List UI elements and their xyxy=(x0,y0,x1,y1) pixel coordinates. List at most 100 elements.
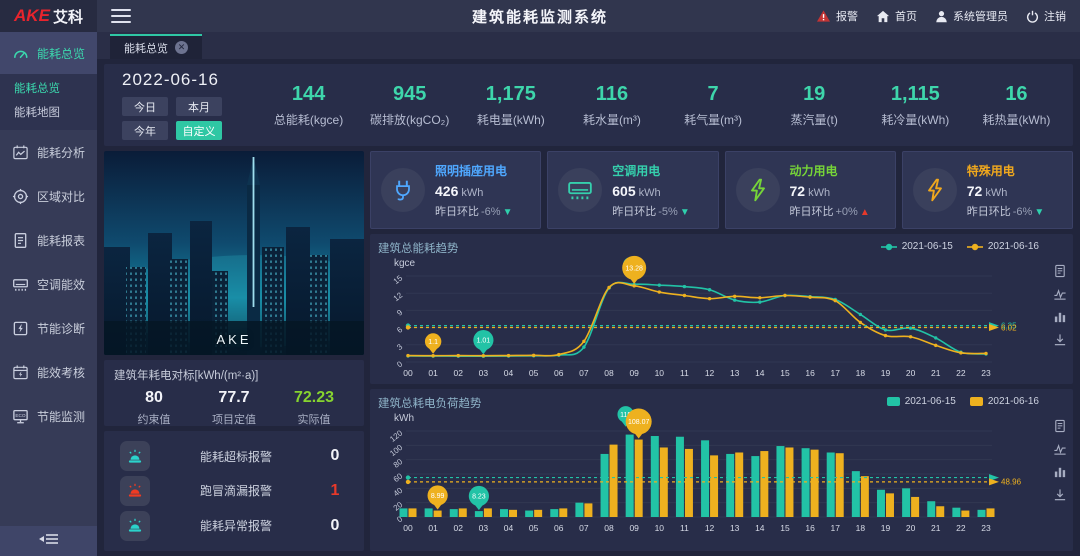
usage-card-3[interactable]: 特殊用电72kWh昨日环比-6%▼ xyxy=(902,151,1073,229)
stat-item-0: 144总能耗(kgce) xyxy=(258,83,359,128)
siren-icon xyxy=(120,476,150,506)
current-date: 2022-06-16 xyxy=(122,70,258,90)
svg-text:13.28: 13.28 xyxy=(625,265,643,272)
svg-text:9: 9 xyxy=(395,308,404,318)
sidebar: 能耗总览能耗总览能耗地图能耗分析区域对比能耗报表空调能效节能诊断能效考核ECO节… xyxy=(0,32,97,556)
date-filter-0[interactable]: 今日 xyxy=(122,97,168,116)
svg-text:40: 40 xyxy=(392,485,405,498)
line-chart-unit: kgce xyxy=(394,258,1065,269)
date-filter-2[interactable]: 今年 xyxy=(122,121,168,140)
trend-down-icon: ▼ xyxy=(680,207,690,218)
compare-icon xyxy=(12,188,29,205)
legend-item-2021-06-15[interactable]: 2021-06-15 xyxy=(881,241,953,252)
stat-value: 945 xyxy=(359,83,460,106)
date-filter-3[interactable]: 自定义 xyxy=(176,121,222,140)
tab-energy-overview[interactable]: 能耗总览 ✕ xyxy=(110,34,202,59)
alarm-count: 0 xyxy=(322,517,348,535)
siren-icon xyxy=(120,511,150,541)
legend-item-2021-06-15[interactable]: 2021-06-15 xyxy=(887,396,956,407)
home-icon xyxy=(876,10,890,23)
bar-chart-unit: kWh xyxy=(394,413,1065,424)
download-icon[interactable] xyxy=(1053,488,1067,502)
svg-text:03: 03 xyxy=(479,368,489,378)
sidebar-subitem-0[interactable]: 能耗总览 xyxy=(0,76,97,100)
svg-text:12: 12 xyxy=(392,290,405,303)
sidebar-item-1[interactable]: 能耗分析 xyxy=(0,130,97,174)
stat-item-6: 1,115耗冷量(kWh) xyxy=(865,83,966,128)
menu-toggle-icon[interactable] xyxy=(111,9,131,23)
stat-value: 1,115 xyxy=(865,83,966,106)
legend-item-2021-06-16[interactable]: 2021-06-16 xyxy=(967,241,1039,252)
user-menu[interactable]: 系统管理员 xyxy=(935,8,1008,24)
svg-text:120: 120 xyxy=(388,428,404,444)
tab-close-icon[interactable]: ✕ xyxy=(175,41,188,54)
svg-text:05: 05 xyxy=(529,523,539,533)
usage-card-1[interactable]: 空调用电605kWh昨日环比-5%▼ xyxy=(547,151,718,229)
alarm-row-2[interactable]: 能耗异常报警0 xyxy=(120,511,348,541)
power-icon xyxy=(1026,10,1039,23)
alarm-button[interactable]: 报警 xyxy=(816,8,858,24)
svg-text:10: 10 xyxy=(655,523,665,533)
sidebar-item-3[interactable]: 能耗报表 xyxy=(0,218,97,262)
bar-switch-icon[interactable] xyxy=(1053,465,1067,479)
usage-card-2[interactable]: 动力用电72kWh昨日环比+0%▲ xyxy=(725,151,896,229)
collapse-icon xyxy=(39,532,59,551)
usage-card-unit: kWh xyxy=(461,187,483,199)
diagnose-icon xyxy=(12,320,29,337)
sidebar-item-label: 区域对比 xyxy=(37,188,85,205)
svg-text:6.02: 6.02 xyxy=(1001,323,1017,332)
usage-card-unit: kWh xyxy=(985,187,1007,199)
svg-text:01: 01 xyxy=(428,523,438,533)
sidebar-item-4[interactable]: 空调能效 xyxy=(0,262,97,306)
data-view-icon[interactable] xyxy=(1053,419,1067,433)
line-switch-icon[interactable] xyxy=(1053,442,1067,456)
date-filter-1[interactable]: 本月 xyxy=(176,97,222,116)
svg-text:06: 06 xyxy=(554,523,564,533)
trend-percent: -6% xyxy=(481,206,501,218)
svg-text:03: 03 xyxy=(479,523,489,533)
svg-text:19: 19 xyxy=(881,368,891,378)
svg-text:20: 20 xyxy=(906,368,916,378)
sidebar-item-6[interactable]: 能效考核 xyxy=(0,350,97,394)
main-content: 2022-06-16 今日本月今年自定义 144总能耗(kgce)945碳排放(… xyxy=(97,59,1080,556)
alarm-row-1[interactable]: 跑冒滴漏报警1 xyxy=(120,476,348,506)
bar-switch-icon[interactable] xyxy=(1053,310,1067,324)
data-view-icon[interactable] xyxy=(1053,264,1067,278)
collapse-sidebar-button[interactable] xyxy=(0,526,97,556)
stat-label: 耗热量(kWh) xyxy=(966,111,1067,128)
legend-item-2021-06-16[interactable]: 2021-06-16 xyxy=(970,396,1039,407)
home-button[interactable]: 首页 xyxy=(876,8,917,24)
stat-label: 耗气量(m³) xyxy=(663,111,764,128)
download-icon[interactable] xyxy=(1053,333,1067,347)
logout-button[interactable]: 注销 xyxy=(1026,8,1066,24)
svg-text:11: 11 xyxy=(680,368,689,378)
sidebar-subitem-label: 能耗总览 xyxy=(14,80,60,96)
svg-text:100: 100 xyxy=(388,442,404,458)
stat-item-4: 7耗气量(m³) xyxy=(663,83,764,128)
usage-card-body: 空调用电605kWh昨日环比-5%▼ xyxy=(612,162,689,219)
svg-text:00: 00 xyxy=(403,523,413,533)
svg-text:15: 15 xyxy=(392,273,405,286)
usage-card-0[interactable]: 照明插座用电426kWh昨日环比-6%▼ xyxy=(370,151,541,229)
stat-item-5: 19蒸汽量(t) xyxy=(764,83,865,128)
svg-text:15: 15 xyxy=(780,523,790,533)
line-switch-icon[interactable] xyxy=(1053,287,1067,301)
sidebar-item-7[interactable]: ECO节能监测 xyxy=(0,394,97,438)
bolt-icon xyxy=(913,168,957,212)
sidebar-item-5[interactable]: 节能诊断 xyxy=(0,306,97,350)
sidebar-subitem-1[interactable]: 能耗地图 xyxy=(0,100,97,124)
sidebar-item-label: 空调能效 xyxy=(37,276,85,293)
sidebar-item-2[interactable]: 区域对比 xyxy=(0,174,97,218)
alarm-row-0[interactable]: 能耗超标报警0 xyxy=(120,441,348,471)
svg-text:15: 15 xyxy=(780,368,790,378)
svg-text:108.07: 108.07 xyxy=(628,419,650,426)
benchmark-label: 约束值 xyxy=(114,411,194,427)
svg-text:07: 07 xyxy=(579,523,589,533)
svg-text:10: 10 xyxy=(655,368,665,378)
svg-text:80: 80 xyxy=(392,457,405,470)
svg-text:05: 05 xyxy=(529,368,539,378)
usage-card-unit: kWh xyxy=(639,187,661,199)
sidebar-item-0[interactable]: 能耗总览 xyxy=(0,32,97,74)
benchmark-label: 实际值 xyxy=(274,411,354,427)
user-label: 系统管理员 xyxy=(953,8,1008,24)
